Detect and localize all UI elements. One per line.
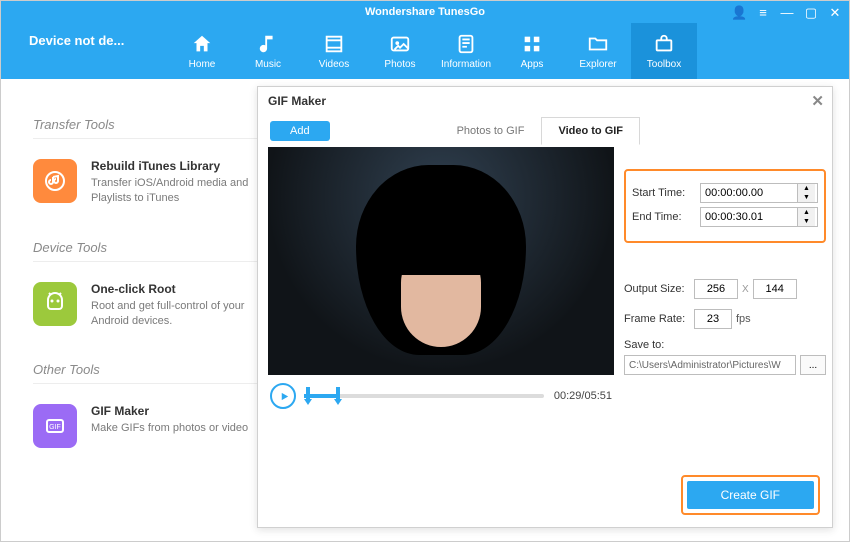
nav-information[interactable]: Information	[433, 23, 499, 79]
toolbox-icon	[653, 33, 675, 55]
nav-label: Home	[189, 59, 216, 70]
nav-label: Explorer	[579, 59, 616, 70]
stepper-up[interactable]: ▲	[798, 208, 815, 217]
frame-rate-input[interactable]	[694, 309, 732, 329]
nav-explorer[interactable]: Explorer	[565, 23, 631, 79]
nav-label: Apps	[521, 59, 544, 70]
end-time-stepper: ▲ ▼	[797, 208, 815, 226]
user-icon[interactable]: 👤	[731, 6, 747, 19]
frame-rate-unit: fps	[736, 313, 751, 325]
save-path-input[interactable]	[624, 355, 796, 375]
stepper-down[interactable]: ▼	[798, 217, 815, 226]
dimension-separator: X	[738, 284, 753, 295]
output-width-input[interactable]	[694, 279, 738, 299]
frame-rate-label: Frame Rate:	[624, 313, 694, 325]
end-time-input-group: ▲ ▼	[700, 207, 818, 227]
tool-title: One-click Root	[91, 282, 281, 296]
minimize-button[interactable]: —	[779, 6, 795, 19]
nav-photos[interactable]: Photos	[367, 23, 433, 79]
main-nav: Home Music Videos Photos Information App…	[169, 23, 697, 79]
svg-text:GIF: GIF	[49, 424, 61, 431]
start-time-stepper: ▲ ▼	[797, 184, 815, 202]
device-status[interactable]: Device not de...	[1, 23, 161, 79]
nav-toolbox[interactable]: Toolbox	[631, 23, 697, 79]
tool-rebuild-itunes[interactable]: Rebuild iTunes Library Transfer iOS/Andr…	[33, 145, 281, 222]
section-other-title: Other Tools	[33, 362, 281, 384]
gif-icon: GIF	[33, 404, 77, 448]
explorer-icon	[587, 33, 609, 55]
save-to-label: Save to:	[624, 339, 826, 351]
end-time-input[interactable]	[701, 208, 797, 226]
tool-title: Rebuild iTunes Library	[91, 159, 281, 173]
video-column: 00:29/05:51	[268, 147, 614, 409]
dialog-title: GIF Maker	[268, 94, 326, 108]
create-gif-button[interactable]: Create GIF	[687, 481, 814, 509]
start-time-label: Start Time:	[632, 187, 694, 199]
nav-label: Music	[255, 59, 281, 70]
options-panel: Start Time: ▲ ▼ End Time:	[624, 147, 826, 409]
add-button[interactable]: Add	[270, 121, 330, 141]
nav-home[interactable]: Home	[169, 23, 235, 79]
start-time-input[interactable]	[701, 184, 797, 202]
nav-music[interactable]: Music	[235, 23, 301, 79]
time-range-group: Start Time: ▲ ▼ End Time:	[624, 169, 826, 243]
nav-label: Photos	[384, 59, 415, 70]
dialog-close-button[interactable]: ✕	[811, 92, 824, 110]
output-size-label: Output Size:	[624, 283, 694, 295]
create-gif-highlight: Create GIF	[681, 475, 820, 515]
tool-desc: Root and get full-control of your Androi…	[91, 299, 281, 329]
rebuild-icon	[33, 159, 77, 203]
tab-photos-to-gif[interactable]: Photos to GIF	[440, 117, 542, 145]
menu-icon[interactable]: ≡	[755, 6, 771, 19]
dialog-body: 00:29/05:51 Start Time: ▲ ▼	[258, 147, 832, 409]
nav-apps[interactable]: Apps	[499, 23, 565, 79]
video-preview[interactable]	[268, 147, 614, 375]
close-button[interactable]: ✕	[827, 6, 843, 19]
dialog-tabs: Photos to GIF Video to GIF	[440, 117, 640, 145]
sidebar: Transfer Tools Rebuild iTunes Library Tr…	[1, 79, 281, 464]
play-button[interactable]	[270, 383, 296, 409]
gif-maker-dialog: GIF Maker ✕ Add Photos to GIF Video to G…	[257, 86, 833, 528]
window-controls: 👤 ≡ — ▢ ✕	[731, 1, 843, 23]
home-icon	[191, 33, 213, 55]
title-bar: Wondershare TunesGo 👤 ≡ — ▢ ✕	[1, 1, 849, 23]
nav-label: Videos	[319, 59, 349, 70]
music-icon	[257, 33, 279, 55]
start-time-input-group: ▲ ▼	[700, 183, 818, 203]
play-icon	[279, 391, 290, 402]
nav-videos[interactable]: Videos	[301, 23, 367, 79]
section-transfer-title: Transfer Tools	[33, 117, 281, 139]
root-icon	[33, 282, 77, 326]
trim-handle-end[interactable]	[334, 387, 342, 405]
trim-slider[interactable]	[304, 385, 544, 407]
player-controls: 00:29/05:51	[268, 375, 614, 409]
trim-handle-start[interactable]	[304, 387, 312, 405]
videos-icon	[323, 33, 345, 55]
tool-title: GIF Maker	[91, 404, 248, 418]
tool-desc: Transfer iOS/Android media and Playlists…	[91, 176, 281, 206]
stepper-up[interactable]: ▲	[798, 184, 815, 193]
tab-video-to-gif[interactable]: Video to GIF	[541, 117, 640, 145]
tool-one-click-root[interactable]: One-click Root Root and get full-control…	[33, 268, 281, 345]
info-icon	[455, 33, 477, 55]
photos-icon	[389, 33, 411, 55]
dialog-header: GIF Maker ✕	[258, 87, 832, 115]
tool-desc: Make GIFs from photos or video	[91, 421, 248, 436]
apps-icon	[521, 33, 543, 55]
browse-button[interactable]: ...	[800, 355, 826, 375]
stepper-down[interactable]: ▼	[798, 193, 815, 202]
tool-gif-maker[interactable]: GIF GIF Maker Make GIFs from photos or v…	[33, 390, 281, 464]
content-area: Transfer Tools Rebuild iTunes Library Tr…	[1, 79, 849, 541]
header-bar: Device not de... Home Music Videos Photo…	[1, 23, 849, 79]
end-time-label: End Time:	[632, 211, 694, 223]
nav-label: Information	[441, 59, 491, 70]
maximize-button[interactable]: ▢	[803, 6, 819, 19]
nav-label: Toolbox	[647, 59, 681, 70]
player-timecode: 00:29/05:51	[552, 390, 612, 402]
app-title: Wondershare TunesGo	[365, 6, 485, 18]
output-height-input[interactable]	[753, 279, 797, 299]
dialog-toolbar: Add Photos to GIF Video to GIF	[258, 115, 832, 147]
section-device-title: Device Tools	[33, 240, 281, 262]
